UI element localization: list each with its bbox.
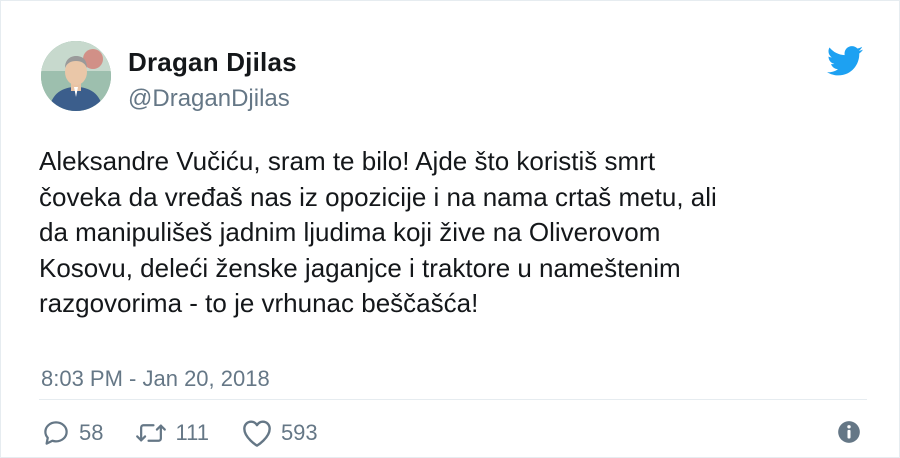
tweet-text: Aleksandre Vučiću, sram te bilo! Ajde št… (39, 146, 717, 318)
author-name[interactable]: Dragan Djilas (128, 47, 297, 78)
info-icon[interactable] (836, 419, 862, 445)
reply-count: 58 (79, 420, 104, 445)
twitter-bird-icon[interactable] (827, 46, 863, 76)
like-button[interactable]: 593 (241, 418, 318, 448)
reply-icon (44, 421, 68, 445)
like-count: 593 (280, 420, 318, 445)
tweet-card: Dragan Djilas @DraganDjilas Aleksandre V… (0, 0, 900, 458)
author-handle[interactable]: @DraganDjilas (128, 85, 290, 113)
reply-button[interactable]: 58 (41, 418, 103, 448)
tweet-timestamp[interactable]: 8:03 PM - Jan 20, 2018 (41, 366, 270, 392)
retweet-button[interactable]: 111 (135, 418, 209, 448)
avatar-image (41, 41, 111, 111)
action-bar: 58 111 593 (41, 416, 350, 450)
avatar[interactable] (41, 41, 111, 111)
retweet-count: 111 (175, 420, 209, 445)
divider (39, 399, 867, 400)
heart-icon (243, 420, 271, 447)
retweet-icon (136, 424, 167, 442)
